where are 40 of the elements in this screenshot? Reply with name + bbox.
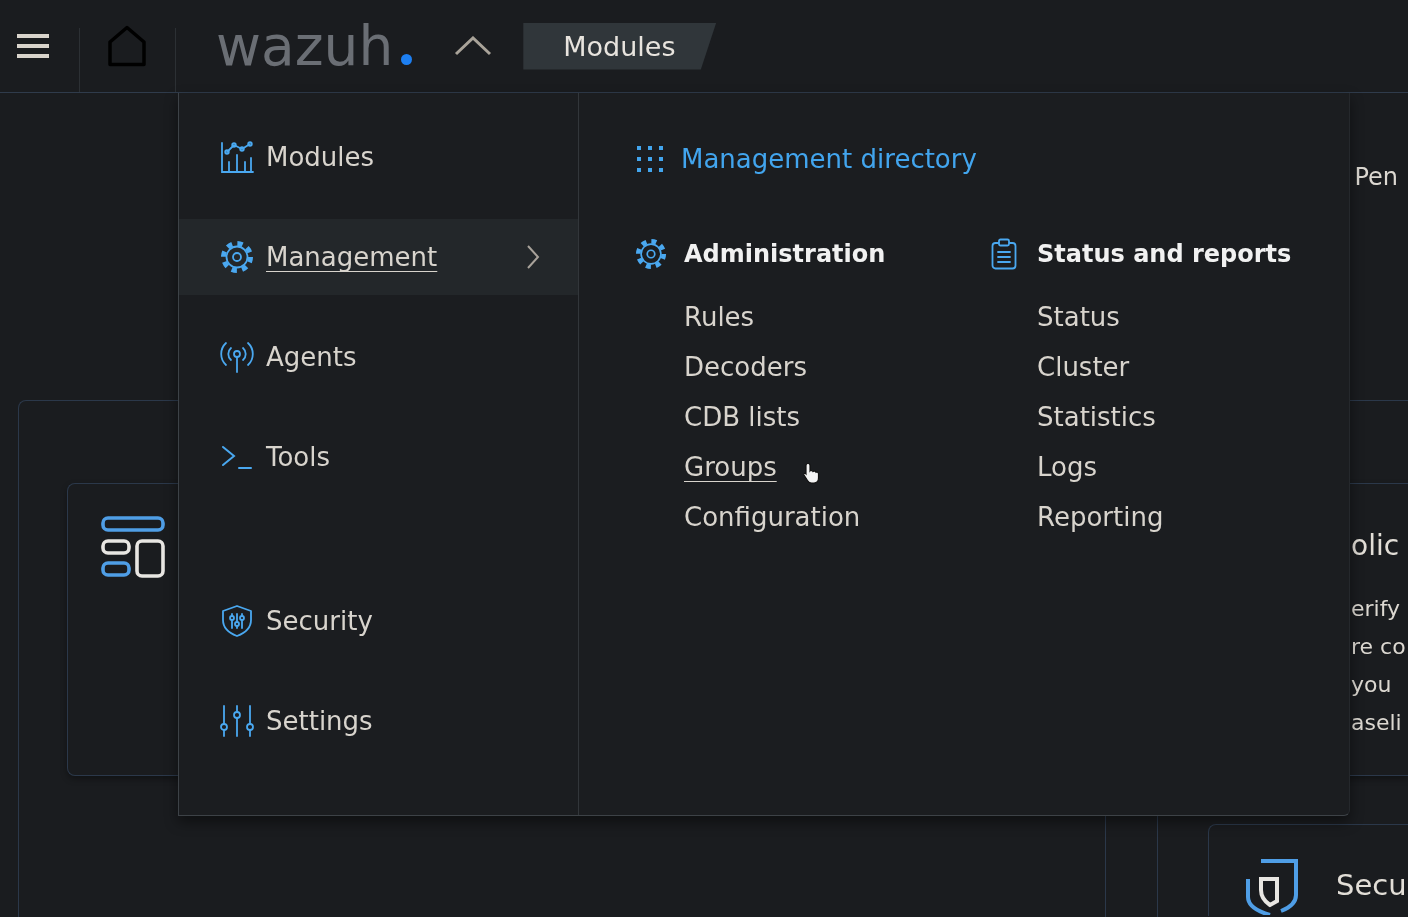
nav-item[interactable]: Management (179, 219, 578, 295)
logo-text: wazuh (216, 16, 394, 76)
nav-item[interactable]: Settings (179, 683, 578, 759)
menu-icon (17, 34, 49, 58)
directory-link[interactable]: Management directory (635, 143, 977, 175)
shield-icon (220, 604, 254, 638)
menu-link[interactable]: Statistics (1037, 401, 1156, 433)
sliders-icon (220, 704, 254, 738)
menu-link[interactable]: CDB lists (684, 401, 800, 433)
gear-icon (220, 240, 254, 274)
nav-item[interactable]: Security (179, 583, 578, 659)
section-heading: Status and reports (1037, 240, 1292, 268)
clipboard-icon (991, 238, 1017, 270)
menu-link[interactable]: Logs (1037, 451, 1097, 483)
nav-item[interactable]: Agents (179, 319, 578, 395)
menu-link[interactable]: Status (1037, 301, 1120, 333)
menu-link[interactable]: Groups (684, 451, 777, 483)
text-fragment: Pen (1354, 162, 1398, 192)
shield-icon (1246, 859, 1298, 915)
antenna-icon (220, 340, 254, 374)
menu-link[interactable]: Decoders (684, 351, 807, 383)
section-heading: Administration (684, 240, 886, 268)
menu-link[interactable]: Reporting (1037, 501, 1164, 533)
layout-icon (101, 516, 165, 578)
nav-item[interactable]: Modules (179, 119, 578, 195)
menu-link[interactable]: Configuration (684, 501, 861, 533)
nav-item[interactable]: Tools (179, 419, 578, 495)
menu-link[interactable]: Rules (684, 301, 755, 333)
hand-cursor-icon (800, 462, 821, 484)
grid-icon (637, 146, 663, 172)
card-title: Secu (1336, 867, 1407, 903)
logo-dot-icon (401, 54, 413, 65)
home-icon (107, 25, 147, 67)
breadcrumb-tab[interactable]: Modules (523, 22, 717, 70)
menu-link[interactable]: Cluster (1037, 351, 1130, 383)
card-description: erify re co you aseli (1351, 595, 1407, 737)
chart-icon (220, 140, 254, 174)
gear-icon (635, 238, 667, 270)
terminal-icon (220, 444, 254, 470)
card-title: olic (1351, 529, 1401, 563)
